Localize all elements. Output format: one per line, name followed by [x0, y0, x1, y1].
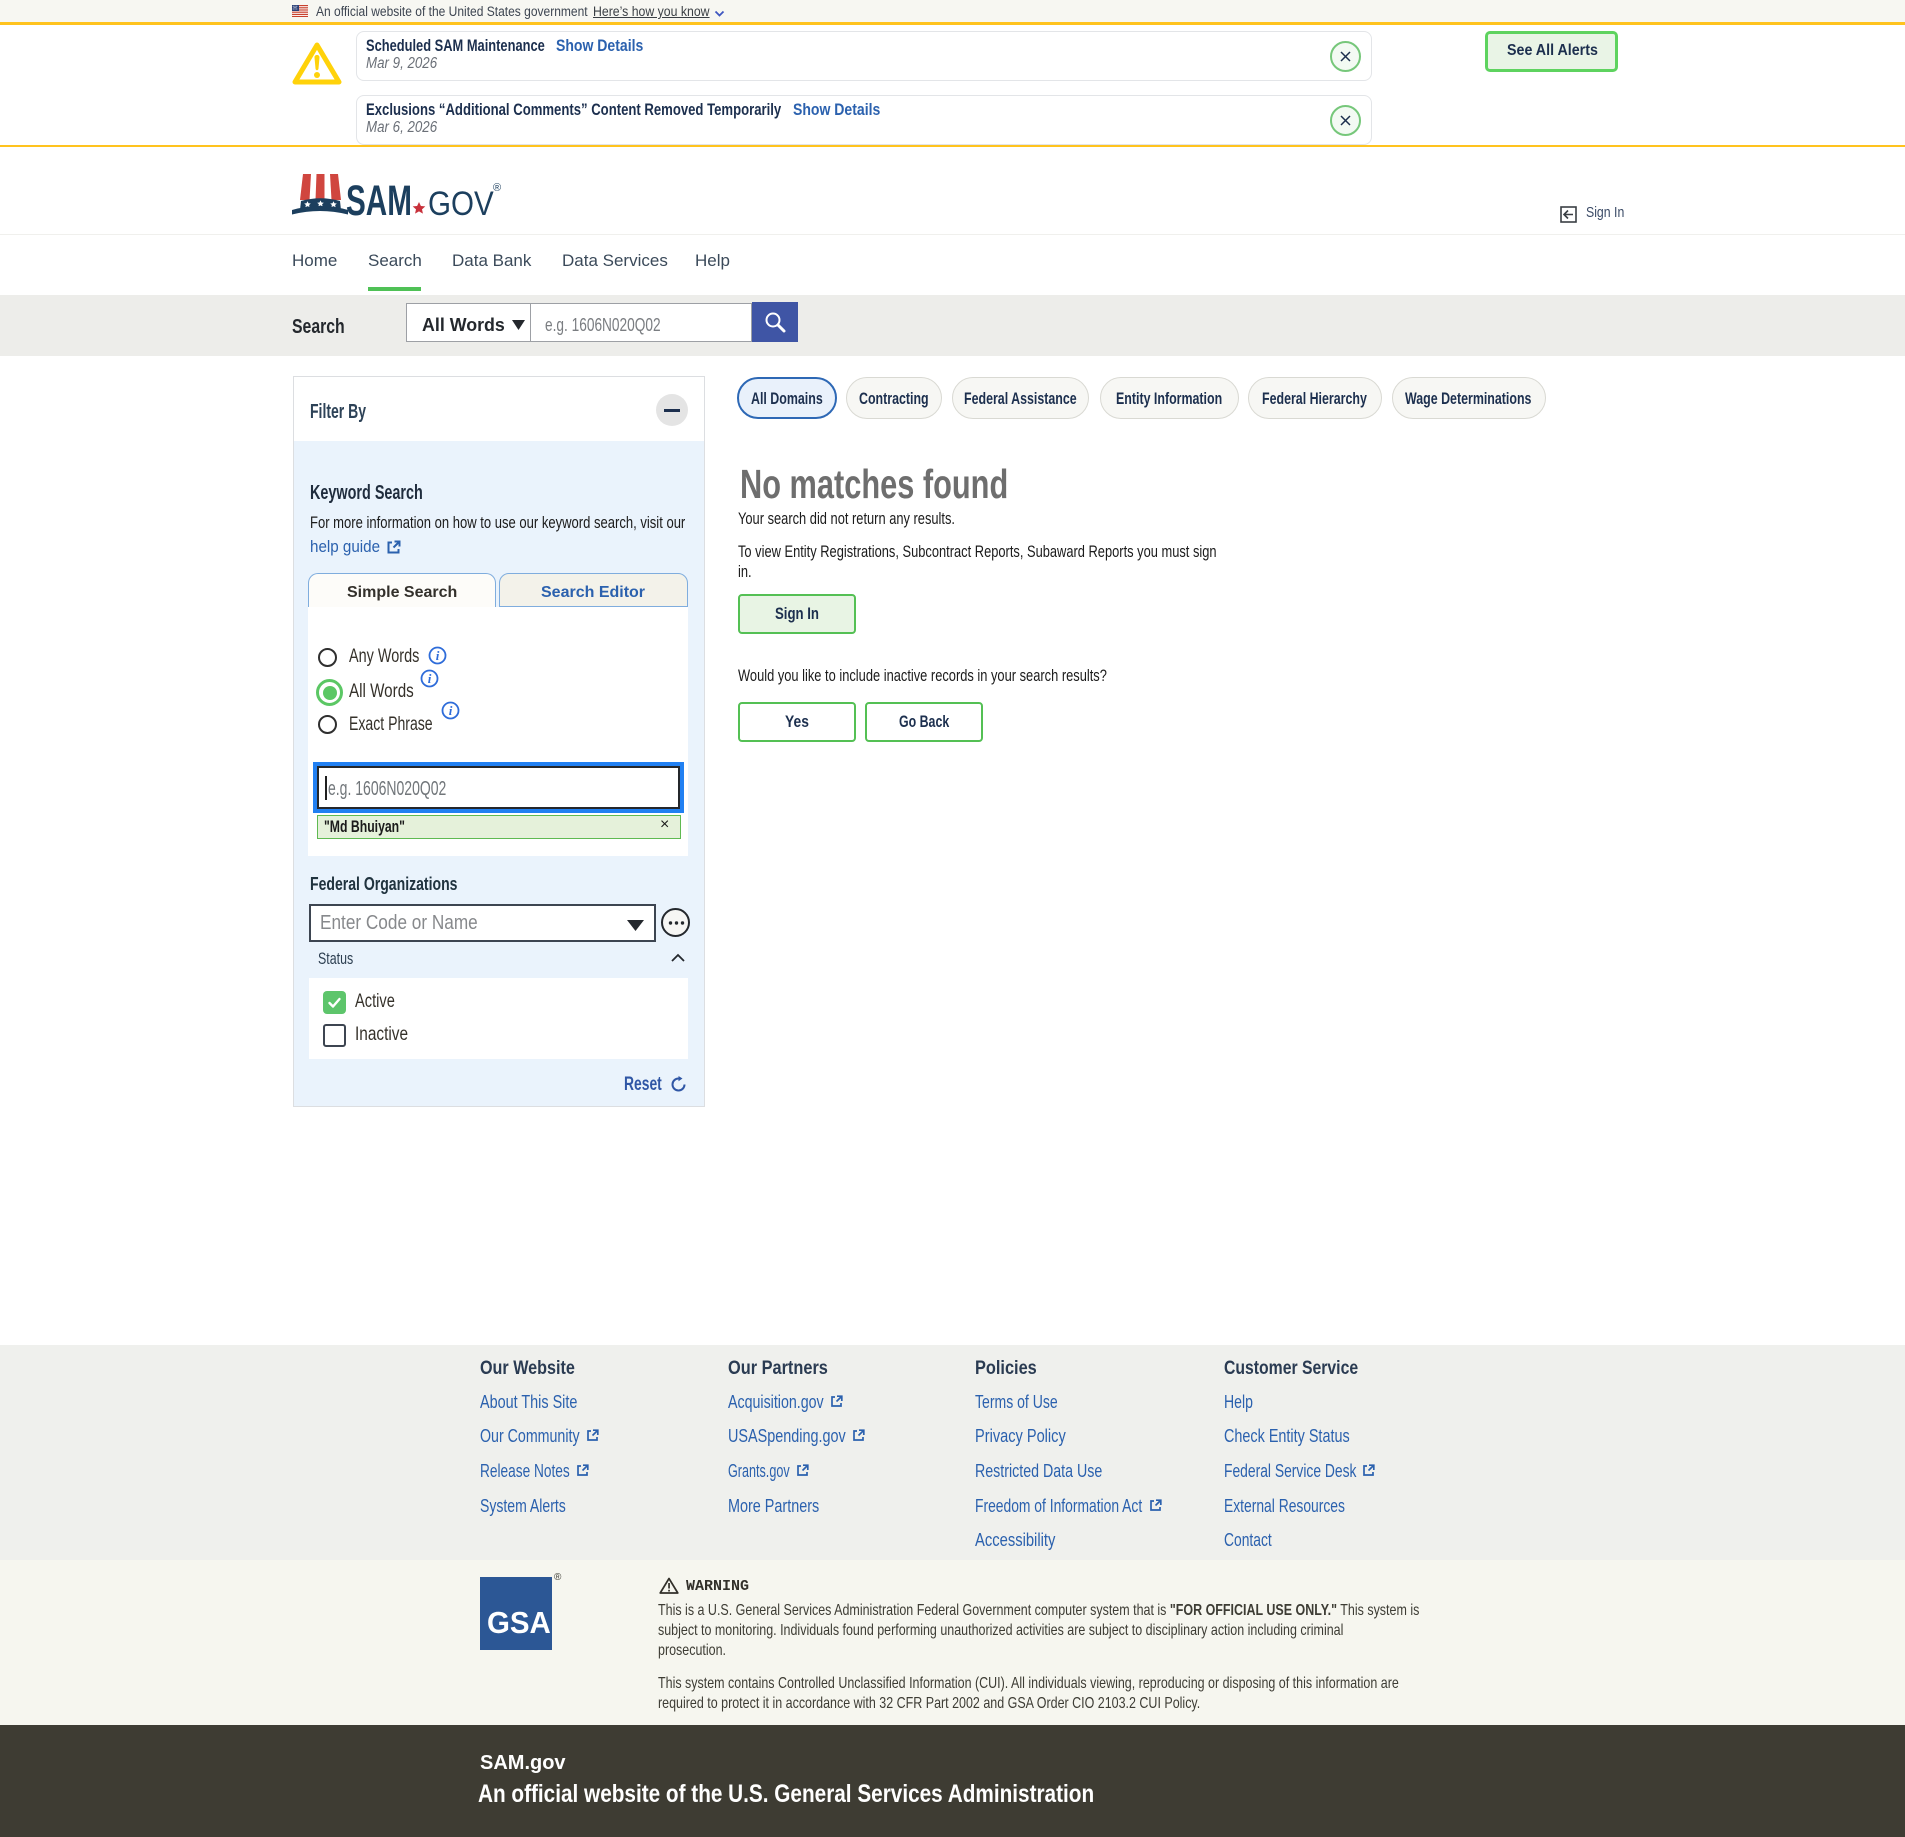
svg-text:i: i	[428, 671, 432, 686]
svg-text:GOV: GOV	[428, 184, 494, 222]
svg-text:i: i	[436, 648, 440, 663]
svg-text:i: i	[449, 703, 453, 718]
svg-text:SAM: SAM	[346, 177, 412, 225]
svg-text:®: ®	[493, 182, 501, 194]
